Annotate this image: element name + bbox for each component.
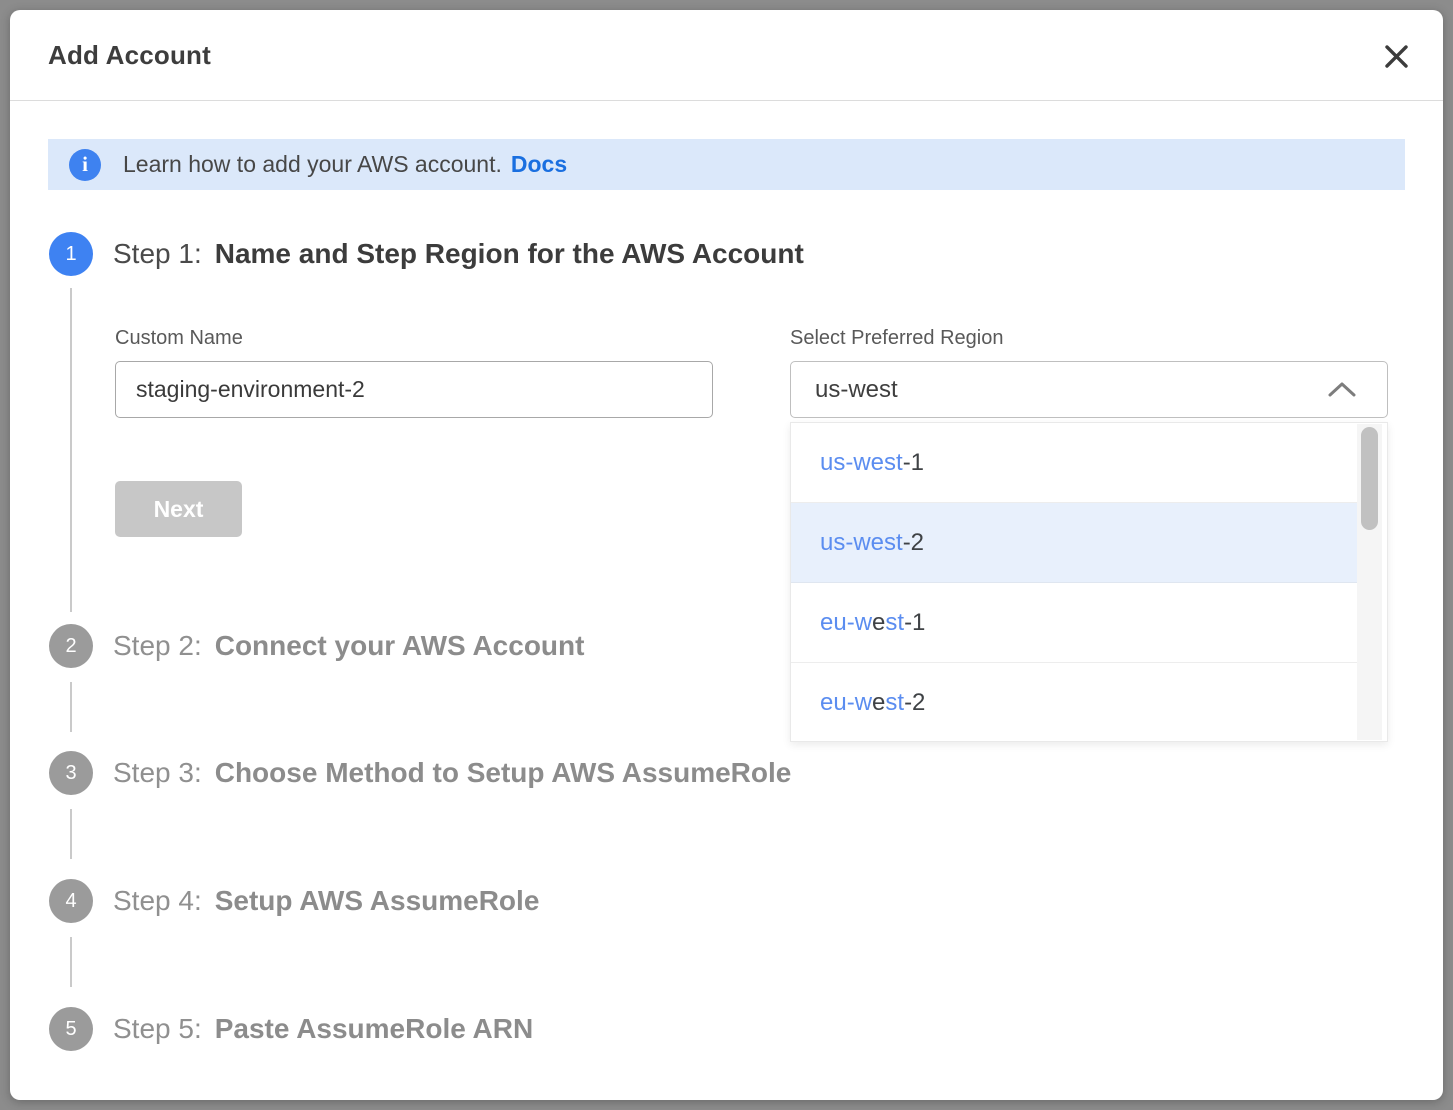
- option-text-segment: eu-w: [820, 609, 872, 637]
- dropdown-scrollbar-thumb[interactable]: [1361, 427, 1378, 530]
- close-button[interactable]: [1379, 39, 1413, 73]
- step-5-header: 5 Step 5: Paste AssumeRole ARN: [49, 1007, 533, 1051]
- step-2-heading: Step 2: Connect your AWS Account: [113, 630, 584, 662]
- region-label: Select Preferred Region: [790, 327, 1003, 350]
- step-connector: [70, 288, 72, 612]
- step-connector: [70, 809, 72, 859]
- custom-name-label: Custom Name: [115, 327, 243, 350]
- step-4-indicator: 4: [49, 879, 93, 923]
- option-text-segment: e: [872, 689, 885, 717]
- option-text-segment: st: [885, 609, 904, 637]
- option-text-segment: us-west: [820, 529, 903, 557]
- step-2-header: 2 Step 2: Connect your AWS Account: [49, 624, 584, 668]
- modal-title: Add Account: [48, 40, 211, 71]
- region-dropdown: us-west-1us-west-2eu-west-1eu-west-2: [790, 422, 1388, 742]
- step-2-title: Connect your AWS Account: [215, 630, 585, 661]
- region-options: us-west-1us-west-2eu-west-1eu-west-2: [791, 423, 1359, 741]
- dropdown-scrollbar-track[interactable]: [1357, 424, 1382, 740]
- step-4-heading: Step 4: Setup AWS AssumeRole: [113, 885, 539, 917]
- region-select[interactable]: us-west: [790, 361, 1388, 418]
- option-text-segment: us-west: [820, 449, 903, 477]
- step-4-header: 4 Step 4: Setup AWS AssumeRole: [49, 879, 539, 923]
- step-2-indicator: 2: [49, 624, 93, 668]
- region-option[interactable]: us-west-1: [791, 423, 1359, 503]
- step-5-indicator: 5: [49, 1007, 93, 1051]
- step-3-prefix: Step 3:: [113, 757, 202, 788]
- option-text-segment: st: [885, 689, 904, 717]
- step-1-title: Name and Step Region for the AWS Account: [215, 238, 804, 269]
- step-3-header: 3 Step 3: Choose Method to Setup AWS Assu…: [49, 751, 791, 795]
- step-1-indicator: 1: [49, 232, 93, 276]
- region-option[interactable]: eu-west-2: [791, 663, 1359, 743]
- step-5-title: Paste AssumeRole ARN: [215, 1013, 533, 1044]
- chevron-up-icon: [1327, 381, 1357, 398]
- step-connector: [70, 682, 72, 732]
- step-2-prefix: Step 2:: [113, 630, 202, 661]
- step-3-title: Choose Method to Setup AWS AssumeRole: [215, 757, 792, 788]
- step-5-prefix: Step 5:: [113, 1013, 202, 1044]
- docs-link[interactable]: Docs: [511, 151, 567, 178]
- step-connector: [70, 937, 72, 987]
- option-text-segment: eu-w: [820, 689, 872, 717]
- option-text-segment: -1: [904, 609, 925, 637]
- region-option[interactable]: eu-west-1: [791, 583, 1359, 663]
- close-icon: [1383, 43, 1410, 70]
- region-select-value: us-west: [815, 376, 1327, 404]
- add-account-modal: Add Account i Learn how to add your AWS …: [10, 10, 1443, 1100]
- next-button[interactable]: Next: [115, 481, 242, 537]
- step-3-heading: Step 3: Choose Method to Setup AWS Assume…: [113, 757, 791, 789]
- option-text-segment: -2: [904, 689, 925, 717]
- option-text-segment: -2: [903, 529, 924, 557]
- step-1-header: 1 Step 1: Name and Step Region for the AW…: [49, 232, 804, 276]
- step-3-indicator: 3: [49, 751, 93, 795]
- info-banner: i Learn how to add your AWS account. Doc…: [48, 139, 1405, 190]
- modal-header: Add Account: [10, 10, 1443, 101]
- step-4-title: Setup AWS AssumeRole: [215, 885, 540, 916]
- step-4-prefix: Step 4:: [113, 885, 202, 916]
- region-option[interactable]: us-west-2: [791, 503, 1359, 583]
- step-1-prefix: Step 1:: [113, 238, 202, 269]
- info-icon: i: [69, 149, 101, 181]
- custom-name-input[interactable]: [115, 361, 713, 418]
- step-5-heading: Step 5: Paste AssumeRole ARN: [113, 1013, 533, 1045]
- step-1-heading: Step 1: Name and Step Region for the AWS …: [113, 238, 804, 270]
- option-text-segment: e: [872, 609, 885, 637]
- option-text-segment: -1: [903, 449, 924, 477]
- banner-text: Learn how to add your AWS account.: [123, 151, 502, 178]
